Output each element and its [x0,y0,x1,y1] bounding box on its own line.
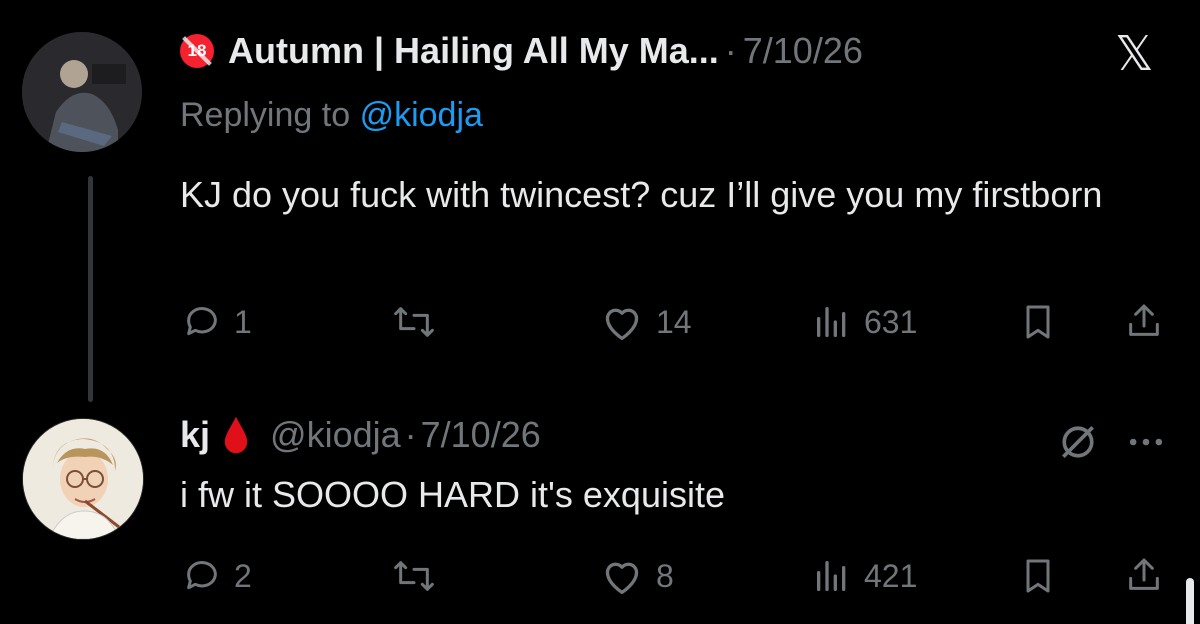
reply-bubble-icon [187,561,217,590]
tweet1-text: KJ do you fuck with twincest? cuz I’ll g… [180,174,1103,215]
separator-dot: · [724,30,737,71]
like-count: 8 [656,557,674,594]
replying-handle-link[interactable]: @kiodja [360,96,483,134]
replying-prefix: Replying to [180,96,351,134]
blood-drop-icon [224,416,248,454]
scrollbar-thumb[interactable] [1186,578,1194,624]
reply-button[interactable]: 2 [182,556,252,596]
thread-connector-line [88,176,93,402]
views-button[interactable]: 631 [812,302,917,342]
retweet-button[interactable] [392,556,448,596]
reply-bubble-icon [187,307,217,336]
tweet1-header: 18 Autumn | Hailing All My Ma... · 7/10/… [180,28,863,74]
retweet-icon [394,307,434,337]
like-count: 14 [656,303,692,340]
tweet1-display-name[interactable]: Autumn | Hailing All My Ma... [228,30,719,72]
avatar-autumn[interactable] [22,32,142,152]
views-count: 421 [864,557,918,594]
views-button[interactable]: 421 [812,556,917,596]
more-dots-icon[interactable] [1124,420,1168,469]
share-icon [1129,558,1159,590]
replying-to-line: Replying to @kiodja [180,96,483,135]
tweet2-header: kj @kiodja · 7/10/26 [180,414,541,456]
bookmark-button[interactable] [1018,302,1058,342]
avatar-photo-icon [22,32,142,152]
tweet1-date[interactable]: 7/10/26 [743,30,863,72]
avatar-kj[interactable] [22,418,144,540]
reply-count: 2 [234,557,252,594]
views-bars-icon [817,561,846,591]
views-count: 631 [864,303,918,340]
retweet-icon [394,561,434,591]
bookmark-icon [1026,559,1050,593]
share-button[interactable] [1124,554,1164,596]
like-button[interactable]: 14 [600,302,692,342]
share-icon [1129,304,1159,336]
age-restriction-badge: 18 [180,34,214,68]
tweet2-display-name[interactable]: kj [180,414,210,456]
views-bars-icon [817,307,846,337]
share-button[interactable] [1124,300,1164,342]
heart-icon [605,308,639,340]
muted-icon[interactable] [1056,420,1100,469]
tweet2-date[interactable]: 7/10/26 [421,414,541,456]
bookmark-button[interactable] [1018,556,1058,596]
x-logo-icon[interactable]: 𝕏 [1115,26,1154,82]
avatar-illustration-icon [23,419,143,539]
bookmark-icon [1026,305,1050,339]
heart-icon [605,562,639,594]
separator-dot: · [404,414,417,455]
tweet2-text: i fw it SOOOO HARD it's exquisite [180,474,725,515]
retweet-button[interactable] [392,302,448,342]
reply-count: 1 [234,303,252,340]
like-button[interactable]: 8 [600,556,674,596]
tweet2-handle[interactable]: @kiodja [270,414,401,456]
reply-button[interactable]: 1 [182,302,252,342]
